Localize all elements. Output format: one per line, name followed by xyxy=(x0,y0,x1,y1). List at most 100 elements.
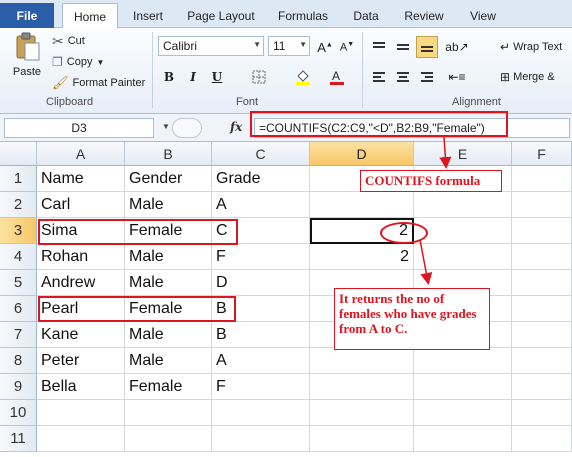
cell-c11[interactable] xyxy=(212,426,310,452)
font-name-dropdown[interactable]: Calibri ▼ xyxy=(158,36,264,56)
cut-button[interactable]: ✂ Cut xyxy=(52,32,85,50)
font-size-dropdown[interactable]: 11 ▼ xyxy=(268,36,310,56)
column-header-e[interactable]: E xyxy=(414,142,512,166)
merge-center-button[interactable]: ⊞ Merge & xyxy=(500,68,555,86)
wrap-text-button[interactable]: ↵ Wrap Text xyxy=(500,38,562,56)
cell-e9[interactable] xyxy=(414,374,512,400)
grow-font-button[interactable]: A▲ xyxy=(314,36,336,58)
underline-button[interactable]: U xyxy=(206,66,228,88)
cell-a4[interactable]: Rohan xyxy=(37,244,125,270)
cell-f5[interactable] xyxy=(512,270,572,296)
cell-b7[interactable]: Male xyxy=(125,322,212,348)
cell-a5[interactable]: Andrew xyxy=(37,270,125,296)
row-header[interactable]: 4 xyxy=(0,244,37,270)
align-top-button[interactable] xyxy=(368,36,390,58)
paste-button[interactable]: Paste xyxy=(8,32,46,90)
cell-b10[interactable] xyxy=(125,400,212,426)
name-box[interactable]: D3 xyxy=(4,118,154,138)
cell-d11[interactable] xyxy=(310,426,414,452)
cell-e2[interactable] xyxy=(414,192,512,218)
cell-d4[interactable]: 2 xyxy=(310,244,414,270)
cell-c8[interactable]: A xyxy=(212,348,310,374)
borders-button[interactable] xyxy=(248,66,270,88)
row-header[interactable]: 1 xyxy=(0,166,37,192)
cell-a1[interactable]: Name xyxy=(37,166,125,192)
cell-f11[interactable] xyxy=(512,426,572,452)
cell-f6[interactable] xyxy=(512,296,572,322)
tab-insert[interactable]: Insert xyxy=(124,3,172,28)
cell-d9[interactable] xyxy=(310,374,414,400)
align-right-button[interactable] xyxy=(416,66,438,88)
cell-a2[interactable]: Carl xyxy=(37,192,125,218)
select-all-corner[interactable] xyxy=(0,142,37,166)
row-header[interactable]: 10 xyxy=(0,400,37,426)
column-header-b[interactable]: B xyxy=(125,142,212,166)
cell-c7[interactable]: B xyxy=(212,322,310,348)
row-header[interactable]: 2 xyxy=(0,192,37,218)
fx-icon[interactable]: fx xyxy=(230,120,242,134)
align-center-button[interactable] xyxy=(392,66,414,88)
cell-c10[interactable] xyxy=(212,400,310,426)
tab-review[interactable]: Review xyxy=(396,3,452,28)
indent-button[interactable]: ⇤≡ xyxy=(446,66,468,88)
row-header[interactable]: 9 xyxy=(0,374,37,400)
cell-e11[interactable] xyxy=(414,426,512,452)
cell-a8[interactable]: Peter xyxy=(37,348,125,374)
tab-home[interactable]: Home xyxy=(62,3,118,29)
cell-e3[interactable] xyxy=(414,218,512,244)
cell-c4[interactable]: F xyxy=(212,244,310,270)
font-color-button[interactable]: A xyxy=(326,66,348,88)
cell-f4[interactable] xyxy=(512,244,572,270)
cell-a11[interactable] xyxy=(37,426,125,452)
cell-a9[interactable]: Bella xyxy=(37,374,125,400)
column-header-c[interactable]: C xyxy=(212,142,310,166)
cell-b1[interactable]: Gender xyxy=(125,166,212,192)
cell-f10[interactable] xyxy=(512,400,572,426)
cell-f3[interactable] xyxy=(512,218,572,244)
row-header[interactable]: 11 xyxy=(0,426,37,452)
cell-c2[interactable]: A xyxy=(212,192,310,218)
column-header-a[interactable]: A xyxy=(37,142,125,166)
row-header[interactable]: 8 xyxy=(0,348,37,374)
tab-file[interactable]: File xyxy=(0,3,54,28)
cell-c9[interactable]: F xyxy=(212,374,310,400)
align-left-button[interactable] xyxy=(368,66,390,88)
fill-color-button[interactable] xyxy=(292,66,314,88)
cell-c1[interactable]: Grade xyxy=(212,166,310,192)
cell-e10[interactable] xyxy=(414,400,512,426)
cell-b11[interactable] xyxy=(125,426,212,452)
cell-f1[interactable] xyxy=(512,166,572,192)
column-header-f[interactable]: F xyxy=(512,142,572,166)
cell-d8[interactable] xyxy=(310,348,414,374)
cell-b8[interactable]: Male xyxy=(125,348,212,374)
row-header[interactable]: 3 xyxy=(0,218,37,244)
cell-d2[interactable] xyxy=(310,192,414,218)
tab-data[interactable]: Data xyxy=(344,3,388,28)
cell-f8[interactable] xyxy=(512,348,572,374)
format-painter-button[interactable]: 🖌 Format Painter xyxy=(52,74,145,92)
cell-f9[interactable] xyxy=(512,374,572,400)
cell-e4[interactable] xyxy=(414,244,512,270)
align-middle-button[interactable] xyxy=(392,36,414,58)
cell-d10[interactable] xyxy=(310,400,414,426)
row-header[interactable]: 5 xyxy=(0,270,37,296)
row-header[interactable]: 6 xyxy=(0,296,37,322)
cell-f7[interactable] xyxy=(512,322,572,348)
tab-view[interactable]: View xyxy=(460,3,506,28)
shrink-font-button[interactable]: A▼ xyxy=(336,36,358,58)
italic-button[interactable]: I xyxy=(182,66,204,88)
cell-f2[interactable] xyxy=(512,192,572,218)
tab-formulas[interactable]: Formulas xyxy=(270,3,336,28)
cell-b5[interactable]: Male xyxy=(125,270,212,296)
align-bottom-button[interactable] xyxy=(416,36,438,58)
cell-b4[interactable]: Male xyxy=(125,244,212,270)
cell-a10[interactable] xyxy=(37,400,125,426)
cell-c5[interactable]: D xyxy=(212,270,310,296)
bold-button[interactable]: B xyxy=(158,66,180,88)
row-header[interactable]: 7 xyxy=(0,322,37,348)
column-header-d[interactable]: D xyxy=(310,142,414,166)
orientation-button[interactable]: ab↗ xyxy=(445,36,468,58)
cell-e8[interactable] xyxy=(414,348,512,374)
cell-a7[interactable]: Kane xyxy=(37,322,125,348)
copy-button[interactable]: ❐ Copy ▼ xyxy=(52,53,104,71)
